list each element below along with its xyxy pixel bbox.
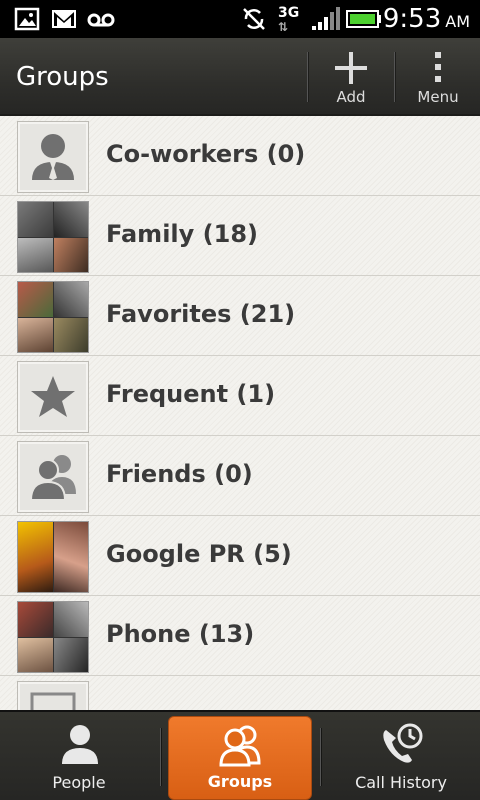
person-icon bbox=[62, 725, 98, 764]
list-item-phone[interactable]: Phone (13) bbox=[0, 596, 480, 676]
list-item-frequent[interactable]: Frequent (1) bbox=[0, 356, 480, 436]
time-value: 9:53 bbox=[382, 4, 442, 34]
group-label: Co-workers (0) bbox=[106, 140, 306, 168]
page-title: Groups bbox=[16, 62, 109, 92]
gmail-icon bbox=[52, 10, 76, 28]
battery-icon bbox=[346, 10, 381, 28]
groups-list[interactable]: Co-workers (0) Family (18) Favorites (21… bbox=[0, 116, 480, 710]
overflow-menu-icon bbox=[435, 52, 441, 82]
list-item-google-pr[interactable]: Google PR (5) bbox=[0, 516, 480, 596]
signal-icon bbox=[312, 7, 340, 30]
bottom-tab-bar: People Groups Call History bbox=[0, 710, 480, 800]
tab-divider bbox=[160, 728, 161, 786]
menu-label: Menu bbox=[417, 88, 459, 106]
group-thumbnail bbox=[17, 121, 89, 193]
list-item-favorites[interactable]: Favorites (21) bbox=[0, 276, 480, 356]
voicemail-icon bbox=[87, 13, 115, 27]
tab-label: People bbox=[52, 773, 106, 792]
tab-groups[interactable]: Groups bbox=[168, 716, 312, 800]
list-item-friends[interactable]: Friends (0) bbox=[0, 436, 480, 516]
group-photo-collage bbox=[17, 201, 89, 273]
add-label: Add bbox=[336, 88, 366, 106]
list-item-partial[interactable] bbox=[0, 676, 480, 710]
group-thumbnail bbox=[17, 361, 89, 433]
time-ampm: AM bbox=[445, 12, 470, 31]
group-photo-collage bbox=[17, 281, 89, 353]
list-item-coworkers[interactable]: Co-workers (0) bbox=[0, 116, 480, 196]
tab-divider bbox=[320, 728, 321, 786]
group-placeholder-icon bbox=[30, 692, 76, 710]
group-label: Google PR (5) bbox=[106, 540, 292, 568]
group-photo-collage bbox=[17, 601, 89, 673]
group-label: Family (18) bbox=[106, 220, 258, 248]
sync-off-icon bbox=[243, 8, 265, 30]
two-people-icon bbox=[29, 455, 76, 501]
tab-label: Call History bbox=[355, 773, 447, 792]
plus-icon bbox=[335, 52, 367, 84]
group-label: Phone (13) bbox=[106, 620, 255, 648]
menu-button[interactable]: Menu bbox=[396, 38, 480, 116]
network-label: 3G bbox=[278, 5, 300, 21]
star-icon bbox=[31, 376, 75, 417]
tab-people[interactable]: People bbox=[0, 716, 158, 800]
action-bar: Groups Add Menu bbox=[0, 38, 480, 116]
add-button[interactable]: Add bbox=[309, 38, 393, 116]
group-thumbnail bbox=[17, 441, 89, 513]
network-3g-icon: 3G ⇅ bbox=[278, 5, 300, 34]
group-thumbnail bbox=[17, 681, 89, 710]
group-photo-collage bbox=[17, 521, 89, 593]
action-divider bbox=[307, 52, 308, 102]
tab-label: Groups bbox=[207, 772, 273, 791]
group-label: Friends (0) bbox=[106, 460, 253, 488]
list-item-family[interactable]: Family (18) bbox=[0, 196, 480, 276]
group-label: Frequent (1) bbox=[106, 380, 276, 408]
call-history-icon bbox=[383, 723, 423, 763]
status-bar: 3G ⇅ 9:53 AM bbox=[0, 0, 480, 38]
gallery-icon bbox=[14, 7, 40, 31]
group-label: Favorites (21) bbox=[106, 300, 296, 328]
status-time: 9:53 AM bbox=[383, 4, 470, 34]
tab-call-history[interactable]: Call History bbox=[322, 716, 480, 800]
action-divider bbox=[394, 52, 395, 102]
person-tie-icon bbox=[32, 134, 74, 180]
groups-icon bbox=[219, 725, 261, 767]
